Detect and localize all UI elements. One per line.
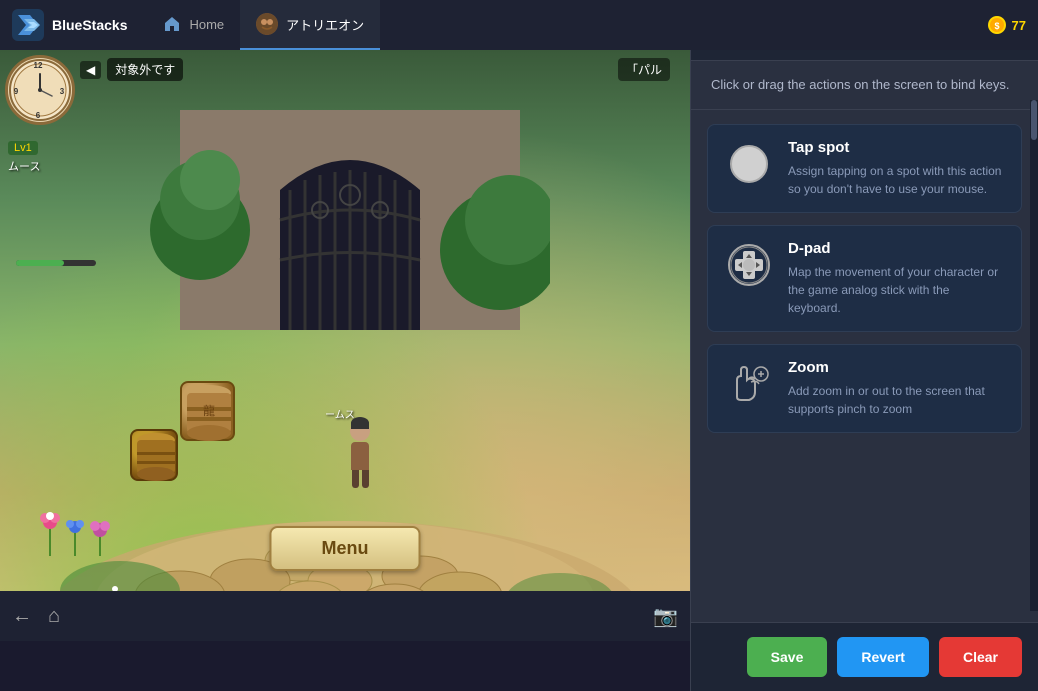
game-gate xyxy=(150,50,550,330)
game-tab-icon xyxy=(256,13,278,35)
zoom-icon-wrapper xyxy=(724,359,774,409)
tap-spot-desc: Assign tapping on a spot with this actio… xyxy=(788,162,1005,198)
char-info: Lv1 ムース xyxy=(8,138,40,174)
save-button[interactable]: Save xyxy=(747,637,828,677)
bluestacks-icon xyxy=(12,9,44,41)
scrollbar-thumb[interactable] xyxy=(1031,100,1037,140)
svg-text:$: $ xyxy=(994,21,999,31)
tab-home[interactable]: Home xyxy=(147,0,240,50)
scrollbar-track[interactable] xyxy=(1030,100,1038,611)
top-bar: BlueStacks Home アトリエオン xyxy=(0,0,1038,50)
character-sprite: ームス xyxy=(340,421,380,491)
revert-button[interactable]: Revert xyxy=(837,637,929,677)
dpad-icon xyxy=(727,243,771,287)
character-label: ームス xyxy=(325,406,355,421)
barrel-2 xyxy=(130,429,178,481)
zoom-card[interactable]: Zoom Add zoom in or out to the screen th… xyxy=(707,344,1022,433)
hud-bar: ◀ 対象外です xyxy=(80,58,183,81)
speech-text: 「パル xyxy=(618,58,670,81)
tap-spot-icon-wrapper xyxy=(724,139,774,189)
clear-button[interactable]: Clear xyxy=(939,637,1022,677)
tap-spot-card[interactable]: Tap spot Assign tapping on a spot with t… xyxy=(707,124,1022,213)
tap-spot-info: Tap spot Assign tapping on a spot with t… xyxy=(788,139,1005,198)
char-hp-bar xyxy=(16,260,96,266)
tap-spot-title: Tap spot xyxy=(788,139,1005,156)
game-area: 12 3 6 9 ◀ 対象外です 「パル Lv1 ムース xyxy=(0,50,690,641)
tab-game-label: アトリエオン xyxy=(286,15,364,34)
barrel-1: 龍 xyxy=(180,381,235,441)
panel-description: Click or drag the actions on the screen … xyxy=(691,61,1038,110)
bluestacks-logo: BlueStacks xyxy=(0,9,139,41)
dpad-card[interactable]: D-pad Map the movement of your character… xyxy=(707,225,1022,332)
svg-text:龍: 龍 xyxy=(203,403,215,418)
home-icon[interactable]: ⌂ xyxy=(48,605,60,628)
nav-tabs: Home アトリエオン xyxy=(147,0,380,50)
tap-spot-icon xyxy=(730,145,768,183)
char-body xyxy=(351,442,369,470)
svg-text:9: 9 xyxy=(14,87,19,96)
gate-svg xyxy=(150,50,550,330)
zoom-desc: Add zoom in or out to the screen that su… xyxy=(788,382,1005,418)
bottom-right-icons: 📷 xyxy=(653,604,678,629)
panel-footer: Save Revert Clear xyxy=(691,622,1038,691)
coin-area: $ 77 xyxy=(988,16,1038,34)
tab-home-label: Home xyxy=(189,17,224,32)
flowers xyxy=(20,476,140,561)
clock: 12 3 6 9 xyxy=(5,55,75,125)
dpad-desc: Map the movement of your character or th… xyxy=(788,263,1005,317)
svg-text:3: 3 xyxy=(60,87,65,96)
dpad-title: D-pad xyxy=(788,240,1005,257)
app-name: BlueStacks xyxy=(52,17,127,33)
char-hp-fill xyxy=(16,260,64,266)
bottom-bar: ← ⌂ 📷 xyxy=(0,591,690,641)
advanced-controls-panel: Advanced game controls × Click or drag t… xyxy=(690,0,1038,691)
home-icon xyxy=(163,15,181,33)
back-arrow[interactable]: ◀ xyxy=(80,61,101,79)
zoom-info: Zoom Add zoom in or out to the screen th… xyxy=(788,359,1005,418)
char-name: ムース xyxy=(8,158,40,174)
tab-game[interactable]: アトリエオン xyxy=(240,0,380,50)
menu-button[interactable]: Menu xyxy=(270,526,421,571)
screenshot-icon[interactable]: 📷 xyxy=(653,604,678,629)
char-level: Lv1 xyxy=(8,141,38,155)
char-hair xyxy=(351,417,369,429)
svg-text:12: 12 xyxy=(34,61,43,70)
coin-value: 77 xyxy=(1012,18,1026,33)
char-head xyxy=(350,421,370,441)
char-legs xyxy=(352,470,369,488)
back-icon[interactable]: ← xyxy=(12,605,32,628)
coin-icon: $ xyxy=(988,16,1006,34)
zoom-title: Zoom xyxy=(788,359,1005,376)
char-leg-right xyxy=(362,470,369,488)
svg-text:6: 6 xyxy=(36,111,41,120)
dpad-icon-wrapper xyxy=(724,240,774,290)
panel-content: Tap spot Assign tapping on a spot with t… xyxy=(691,110,1038,623)
status-text: 対象外です xyxy=(107,58,183,81)
zoom-icon xyxy=(727,362,771,406)
dpad-info: D-pad Map the movement of your character… xyxy=(788,240,1005,317)
char-leg-left xyxy=(352,470,359,488)
